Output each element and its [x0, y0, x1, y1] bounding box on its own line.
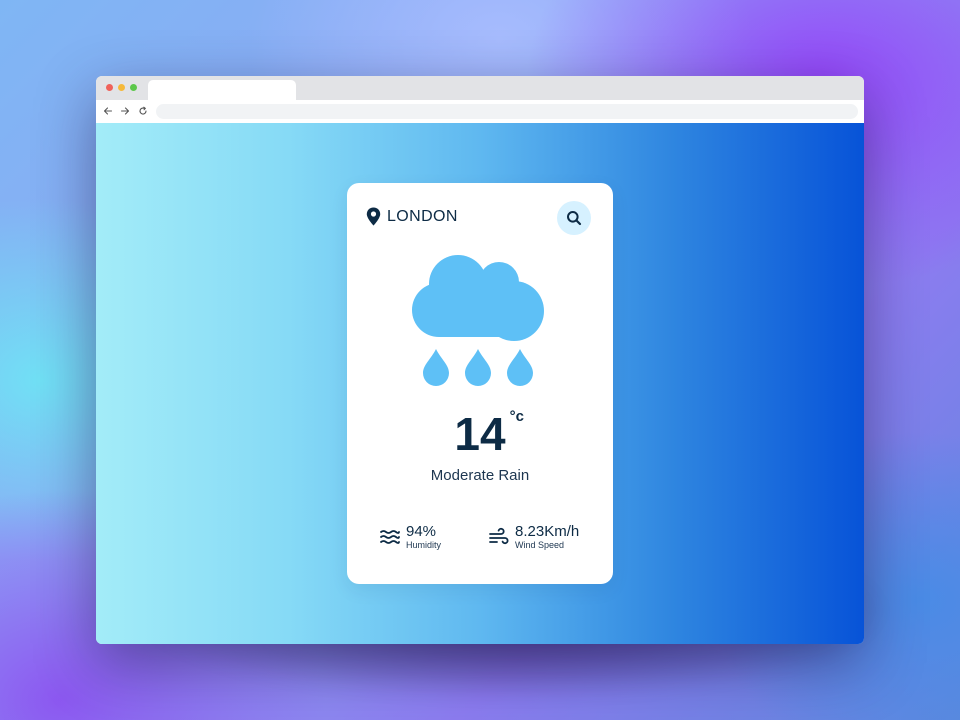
url-input[interactable] — [156, 104, 858, 119]
city-name: LONDON — [387, 207, 458, 225]
temperature-value: 14 — [454, 408, 506, 460]
temperature-block: 14 °c — [454, 408, 524, 460]
back-arrow-icon[interactable] — [101, 104, 115, 118]
humidity-value: 94% — [406, 523, 437, 540]
search-icon — [567, 211, 582, 226]
address-bar — [96, 100, 864, 124]
temperature-display: 14 °c — [347, 408, 613, 460]
humidity-text: 94% Humidity — [406, 523, 441, 551]
humidity-waves-icon — [380, 530, 400, 544]
humidity-stat: 94% Humidity — [380, 523, 441, 551]
rain-cloud-icon — [412, 255, 544, 386]
wind-value: 8.23Km/h — [515, 523, 580, 540]
tab-bar — [96, 76, 864, 100]
wind-stat: 8.23Km/h Wind Speed — [489, 523, 579, 551]
search-button[interactable] — [557, 201, 591, 235]
location: LONDON — [366, 207, 458, 226]
weather-condition: Moderate Rain — [430, 467, 530, 484]
forward-arrow-icon[interactable] — [118, 104, 132, 118]
location-pin-icon — [366, 207, 381, 226]
close-window-button[interactable] — [106, 84, 113, 91]
zoom-window-button[interactable] — [130, 84, 137, 91]
temperature-unit: °c — [509, 408, 524, 425]
wind-label: Wind Speed — [515, 540, 565, 550]
browser-window: LONDON 14 °c Moderate Rain 94% Humidity … — [96, 76, 864, 644]
humidity-label: Humidity — [406, 540, 442, 550]
page-viewport: LONDON 14 °c Moderate Rain 94% Humidity … — [96, 123, 864, 644]
browser-tab-active[interactable] — [148, 80, 296, 100]
wind-icon — [489, 527, 509, 545]
weather-card: LONDON 14 °c Moderate Rain 94% Humidity … — [347, 183, 613, 584]
minimize-window-button[interactable] — [118, 84, 125, 91]
wind-text: 8.23Km/h Wind Speed — [515, 523, 579, 551]
reload-icon[interactable] — [136, 104, 150, 118]
